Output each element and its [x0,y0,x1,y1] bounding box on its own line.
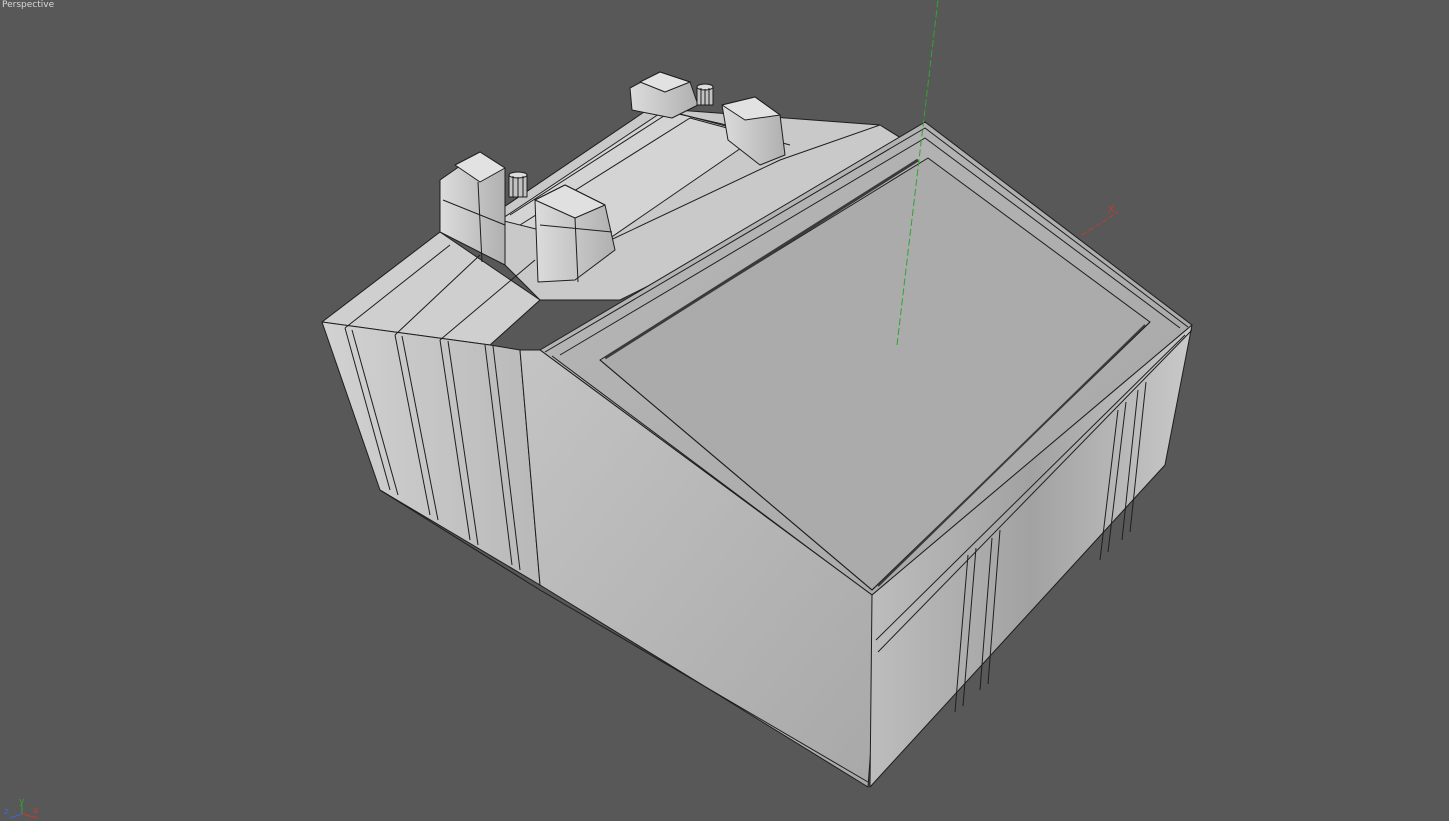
tripod-y-label: y [19,797,25,807]
tripod-z-axis [9,813,23,819]
perspective-viewport[interactable]: Perspective X y x z [0,0,1449,821]
gizmo-x-label: X [1108,205,1114,215]
gizmo-x-axis-line[interactable] [1081,211,1119,236]
chimney-right [696,83,714,106]
tripod-z-label: z [4,807,9,817]
chimney-left [508,171,528,198]
axis-tripod: y x z [4,797,39,819]
scene-canvas[interactable]: X y x z [0,0,1449,821]
tripod-x-label: x [33,806,39,816]
building-mesh[interactable] [321,71,1193,788]
